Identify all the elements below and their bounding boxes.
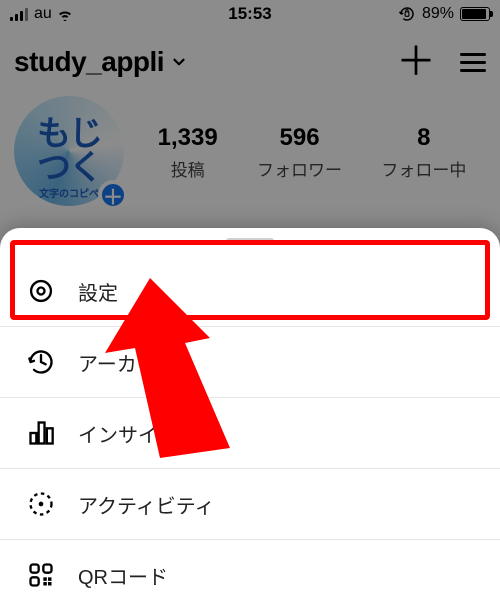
- menu-item-archive[interactable]: アーカイブ: [0, 327, 500, 398]
- menu-item-insights[interactable]: インサイト: [0, 398, 500, 469]
- menu-item-label: QRコード: [78, 561, 168, 590]
- menu-item-settings[interactable]: 設定: [0, 256, 500, 327]
- menu-item-qrcode[interactable]: QRコード: [0, 540, 500, 598]
- menu-item-label: アクティビティ: [78, 490, 215, 519]
- qrcode-icon: [26, 560, 56, 590]
- activity-icon: [26, 489, 56, 519]
- sheet-handle[interactable]: [226, 238, 274, 244]
- menu-item-label: 設定: [78, 277, 118, 306]
- insights-icon: [26, 418, 56, 448]
- menu-item-activity[interactable]: アクティビティ: [0, 469, 500, 540]
- gear-icon: [26, 276, 56, 306]
- menu-sheet: 設定 アーカイブ インサイト アクティビティ: [0, 228, 500, 598]
- menu-item-label: インサイト: [78, 419, 178, 448]
- archive-icon: [26, 347, 56, 377]
- menu-item-label: アーカイブ: [78, 348, 177, 377]
